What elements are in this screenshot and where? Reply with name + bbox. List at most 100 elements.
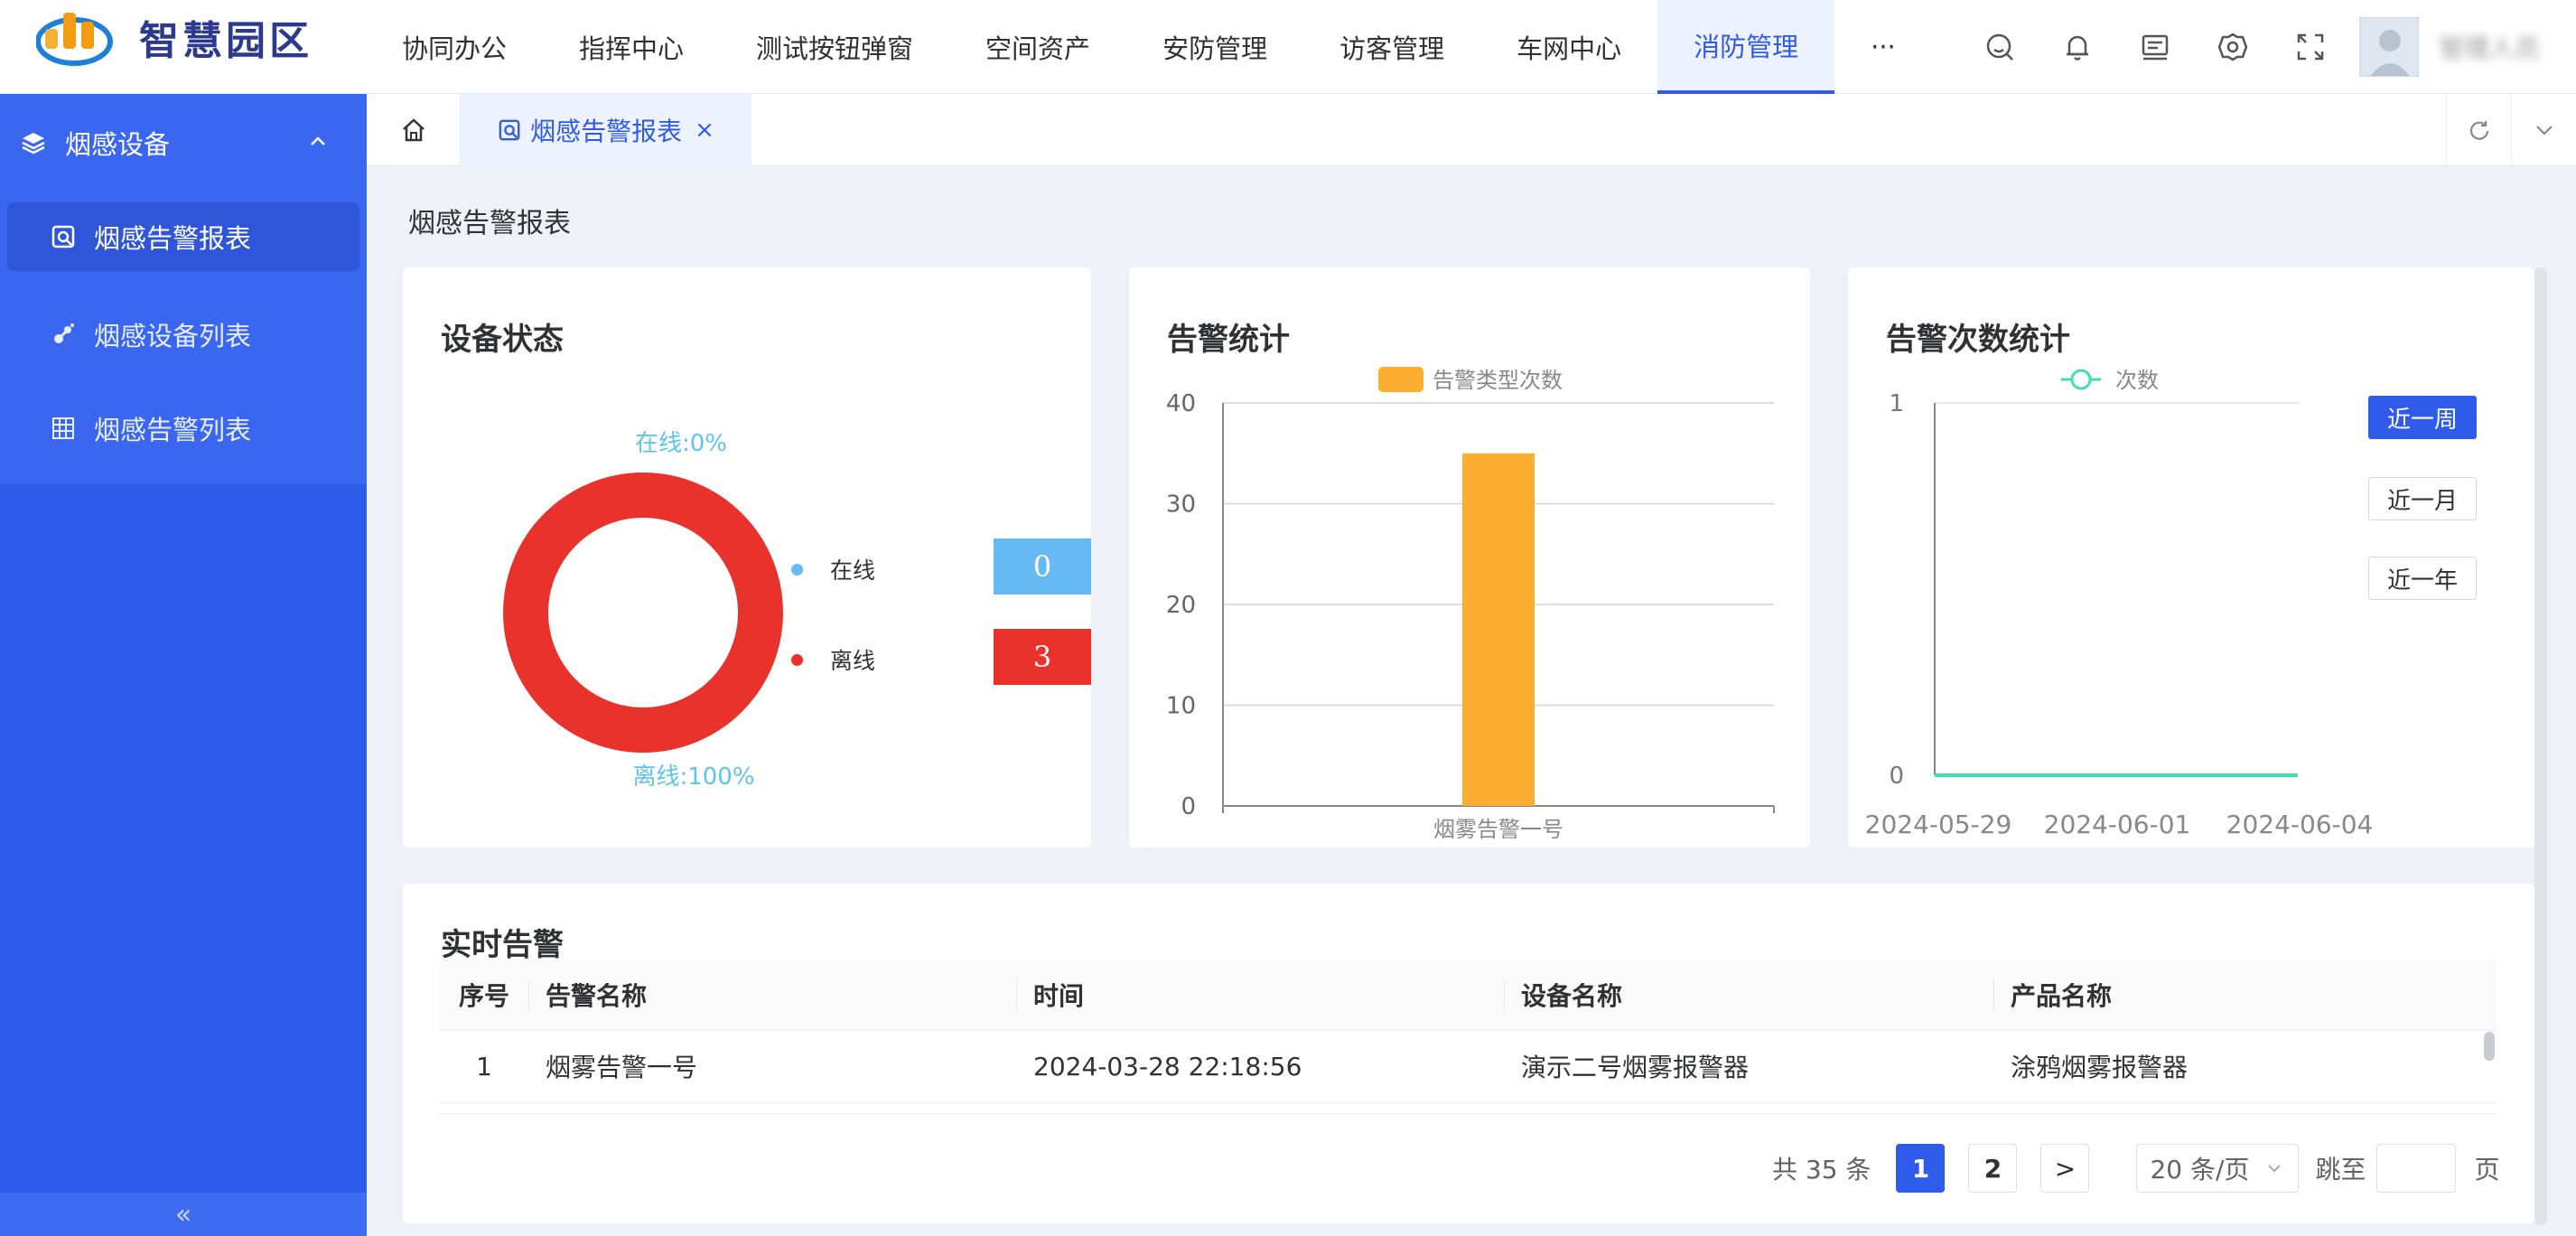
offline-count: 3 (994, 629, 1091, 685)
chevron-down-icon[interactable] (2511, 94, 2576, 166)
sidebar-item-device-list[interactable]: 烟感设备列表 (7, 287, 359, 381)
app-logo[interactable]: 智慧园区 (35, 5, 313, 69)
nav-item-more[interactable]: ··· (1834, 0, 1932, 94)
col-alarm-name: 告警名称 (528, 960, 1017, 1031)
bell-icon[interactable] (2061, 31, 2094, 63)
refresh-icon[interactable] (2446, 94, 2511, 166)
legend-label: 在线 (830, 557, 876, 584)
report-icon (498, 118, 521, 142)
fullscreen-icon[interactable] (2294, 31, 2327, 63)
sidebar-item-label: 烟感设备列表 (94, 321, 252, 351)
nav-item-space-assets[interactable]: 空间资产 (949, 0, 1126, 94)
y-tick-label: 0 (1181, 793, 1196, 820)
legend-swatch (1378, 367, 1423, 392)
page-suffix: 页 (2474, 1155, 2500, 1184)
cell-alarm-name: 烟雾告警一号 (529, 1030, 1017, 1103)
range-week-button[interactable]: 近一周 (2368, 396, 2477, 439)
y-tick-label: 40 (1166, 390, 1196, 417)
nav-item-test-popup[interactable]: 测试按钮弹窗 (720, 0, 949, 94)
table-bottom-line (439, 1113, 2497, 1114)
x-tick-label: 烟雾告警一号 (1433, 817, 1563, 842)
col-device-name: 设备名称 (1504, 960, 1994, 1031)
y-tick-label: 20 (1166, 592, 1196, 619)
donut-chart: 在线:0% 离线:100% (503, 430, 783, 791)
sidebar-item-alarm-list[interactable]: 烟感告警列表 (7, 381, 359, 475)
offline-percent-label: 离线:100% (632, 763, 754, 791)
cell-device-name: 演示二号烟雾报警器 (1505, 1030, 1994, 1103)
next-page-button[interactable]: > (2040, 1144, 2090, 1193)
legend-label: 离线 (830, 648, 876, 674)
page-1-button[interactable]: 1 (1896, 1144, 1946, 1193)
legend-dot (791, 653, 803, 666)
legend-offline[interactable]: 离线 (791, 643, 875, 676)
close-icon[interactable]: × (695, 117, 714, 144)
nav-item-command[interactable]: 指挥中心 (543, 0, 720, 94)
nav-item-vehicle[interactable]: 车网中心 (1480, 0, 1657, 94)
avatar[interactable] (2358, 17, 2419, 77)
message-icon[interactable] (2139, 31, 2171, 63)
col-time: 时间 (1016, 960, 1505, 1031)
range-year-button[interactable]: 近一年 (2368, 557, 2477, 600)
legend-dot (791, 563, 803, 576)
sidebar-collapse-button[interactable]: « (0, 1193, 367, 1236)
chevron-down-icon (2268, 1165, 2282, 1173)
grid-icon (51, 416, 76, 441)
tab-actions (2446, 94, 2576, 166)
col-seq: 序号 (439, 960, 529, 1031)
page-scrollbar[interactable] (2534, 267, 2547, 1225)
device-status-title: 设备状态 (441, 322, 564, 358)
chevron-up-icon[interactable] (307, 130, 329, 152)
page-size-value: 20 条/页 (2150, 1155, 2250, 1184)
range-month-button[interactable]: 近一月 (2368, 477, 2477, 520)
y-tick-label: 1 (1889, 390, 1904, 417)
user-name[interactable]: 管理人员 (2439, 29, 2540, 65)
page-2-button[interactable]: 2 (1968, 1144, 2018, 1193)
sidebar-group-smoke[interactable]: 烟感设备 (0, 94, 367, 192)
x-tick-label: 2024-05-29 (1865, 810, 2012, 839)
sidebar-group-label: 烟感设备 (65, 129, 171, 160)
cell-product-name: 涂鸦烟雾报警器 (1994, 1030, 2497, 1103)
tab-home[interactable] (367, 94, 461, 166)
table-row[interactable]: 1 烟雾告警一号 2024-03-28 22:18:56 演示二号烟雾报警器 涂… (439, 1030, 2497, 1103)
col-product-name: 产品名称 (1993, 960, 2497, 1031)
nav-item-visitor[interactable]: 访客管理 (1303, 0, 1480, 94)
pagination-total: 共 35 条 (1772, 1155, 1871, 1184)
bar-chart: 0 10 20 30 40 烟雾告警一号告警类型次数 (1166, 367, 1775, 842)
sidebar-item-alarm-report[interactable]: 烟感告警报表 (7, 202, 359, 271)
realtime-alarm-title: 实时告警 (441, 927, 564, 963)
alarm-stats-card: 告警统计 0 10 20 30 40 烟雾告警一号 告警类型次数 (1129, 267, 1810, 847)
jump-label: 跳至 (2315, 1155, 2366, 1184)
y-tick-label: 30 (1166, 492, 1196, 519)
layers-icon (20, 129, 47, 156)
tab-bar: 烟感告警报表 × (367, 94, 2576, 166)
device-icon (51, 322, 76, 347)
donut-slice-offline[interactable] (503, 473, 783, 753)
page-size-select[interactable]: 20 条/页 (2136, 1144, 2300, 1193)
online-count: 0 (994, 538, 1091, 595)
nav-item-collab[interactable]: 协同办公 (366, 0, 543, 94)
double-chevron-left-icon: « (174, 1198, 192, 1231)
settings-icon[interactable] (2217, 31, 2249, 63)
tab-alarm-report[interactable]: 烟感告警报表 × (461, 94, 751, 166)
nav-item-security[interactable]: 安防管理 (1126, 0, 1303, 94)
device-status-card: 设备状态 在线:0% 离线:100% 在线 0 离线 3 (403, 267, 1091, 847)
bar (1462, 453, 1535, 806)
legend-online[interactable]: 在线 (791, 553, 875, 585)
alarm-table: 序号 告警名称 时间 设备名称 产品名称 1 烟雾告警一号 2024-03-28… (439, 960, 2497, 1103)
legend-marker (2070, 369, 2092, 390)
home-icon (402, 118, 425, 142)
cell-time: 2024-03-28 22:18:56 (1017, 1030, 1505, 1103)
cell-seq: 1 (439, 1030, 529, 1103)
table-header-row: 序号 告警名称 时间 设备名称 产品名称 (439, 960, 2497, 1031)
top-nav: 协同办公 指挥中心 测试按钮弹窗 空间资产 安防管理 访客管理 车网中心 消防管… (366, 0, 1932, 94)
top-bar: 智慧园区 协同办公 指挥中心 测试按钮弹窗 空间资产 安防管理 访客管理 车网中… (0, 0, 2576, 94)
app-name: 智慧园区 (139, 18, 313, 64)
report-icon (51, 224, 76, 249)
logo-icon (35, 5, 123, 69)
nav-item-fire[interactable]: 消防管理 (1657, 0, 1835, 94)
table-scroll-thumb[interactable] (2484, 1032, 2495, 1061)
legend-label: 告警类型次数 (1433, 368, 1563, 393)
jump-page-input[interactable] (2376, 1144, 2457, 1193)
pagination: 共 35 条 1 2 > 20 条/页 跳至 页 (1772, 1144, 2499, 1193)
search-icon[interactable] (1983, 31, 2016, 63)
